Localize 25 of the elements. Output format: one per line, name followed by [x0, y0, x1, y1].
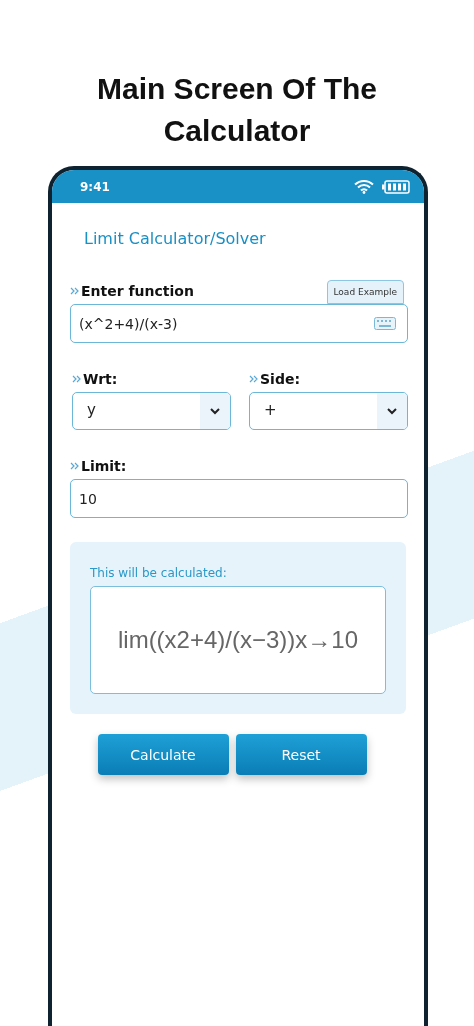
chevron-down-icon	[210, 407, 220, 415]
chevrons-icon	[72, 375, 81, 383]
field-label: Limit:	[81, 458, 127, 474]
chevrons-icon	[249, 375, 258, 383]
reset-button[interactable]: Reset	[235, 734, 367, 775]
wifi-icon	[354, 179, 374, 194]
dropdown[interactable]: y	[72, 392, 231, 430]
dropdown[interactable]: +	[249, 392, 408, 430]
calculate-button[interactable]: Calculate	[97, 734, 229, 775]
battery-icon	[382, 179, 410, 194]
keyboard-icon[interactable]	[374, 317, 396, 330]
load-example-button[interactable]: Load Example	[326, 280, 404, 304]
status-time: 9:41	[80, 179, 110, 194]
chevrons-icon	[70, 287, 79, 295]
app-title: Limit Calculator/Solver	[84, 229, 267, 248]
field-label: Enter function	[81, 283, 194, 299]
function-field[interactable]: (x^2+4)/(x-3)	[70, 304, 408, 343]
headline: Main Screen Of The Calculator	[95, 71, 379, 149]
chevron-down-icon	[387, 407, 397, 415]
chevrons-icon	[70, 462, 79, 470]
preview-caption: This will be calculated:	[90, 566, 228, 580]
field-label: Side:	[260, 371, 300, 387]
limit-field[interactable]: 10	[70, 479, 408, 518]
field-label: Wrt:	[83, 371, 118, 387]
limit-expression: lim((x2+4)/(x−3))x→10	[117, 626, 358, 654]
